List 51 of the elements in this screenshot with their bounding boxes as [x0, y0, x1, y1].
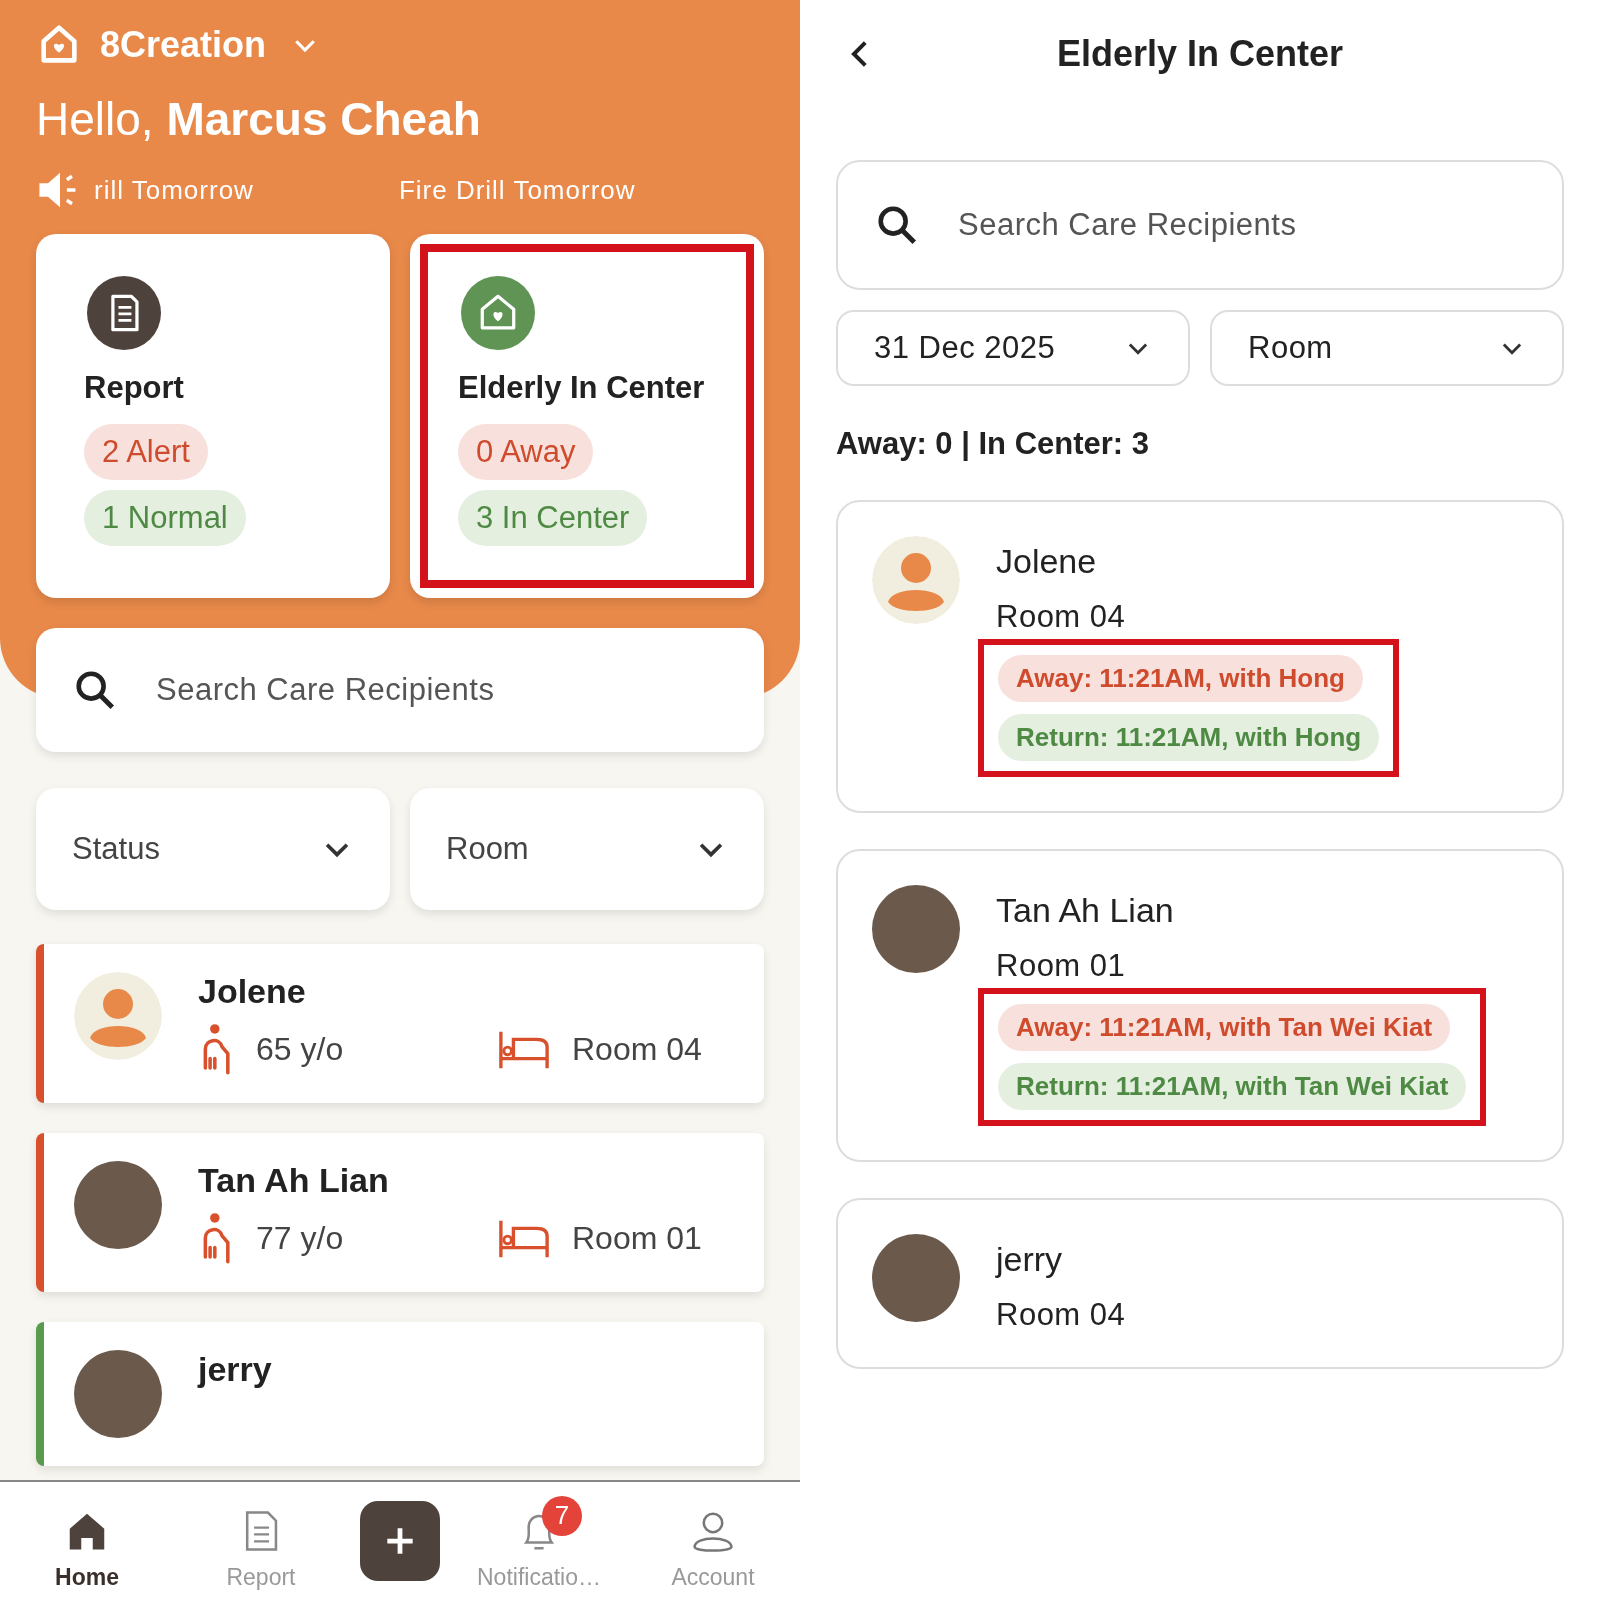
document-icon: [84, 276, 164, 350]
announcement-text: rill Tomorrow: [94, 174, 254, 206]
room-text: Room 04: [572, 1030, 702, 1068]
search-field[interactable]: Search Care Recipients: [36, 628, 764, 752]
age-text: 65 y/o: [256, 1030, 344, 1068]
event-pill: Return: 11:21AM, with Tan Wei Kiat: [998, 1063, 1467, 1110]
recipient-name: Jolene: [198, 972, 307, 1011]
event-pill: Away: 11:21AM, with Tan Wei Kiat: [998, 1004, 1451, 1051]
search-input[interactable]: Search Care Recipients: [154, 671, 728, 709]
status-pill: 0 Away: [458, 424, 594, 480]
recipient-name: Tan Ah Lian: [996, 891, 1174, 930]
recipient-card[interactable]: jerry Room 04: [836, 1198, 1564, 1369]
age-text: 77 y/o: [256, 1219, 344, 1257]
filter-dropdown[interactable]: Room: [410, 788, 764, 910]
summary-card[interactable]: Elderly In Center 0 Away 3 In Center: [410, 234, 764, 598]
recipient-card[interactable]: Tan Ah Lian Room 01 Away: 11:21AM, with Tan Wei Kiat Return: 11:21AM, with Tan Wei Kiat: [836, 849, 1564, 1162]
add-button[interactable]: [360, 1501, 440, 1581]
date-dropdown[interactable]: 31 Dec 2025: [836, 310, 1190, 386]
nav-tab[interactable]: Home: [12, 1491, 162, 1591]
avatar-icon: [872, 536, 960, 624]
room-text: Room 01: [572, 1219, 702, 1257]
summary-text: Away: 0 | In Center: 3: [836, 426, 1151, 462]
recipient-card[interactable]: Tan Ah Lian 77 y/o Room 01: [36, 1133, 764, 1292]
recipient-name: Jolene: [996, 542, 1097, 581]
nav-tab[interactable]: 7 Notificatio…: [464, 1491, 614, 1591]
card-title: Elderly In Center: [458, 370, 705, 406]
status-pill: 2 Alert: [84, 424, 208, 480]
announcement-text: Fire Drill Tomorrow: [398, 174, 636, 206]
avatar-icon: [74, 972, 162, 1060]
search-input[interactable]: Search Care Recipients: [956, 206, 1526, 244]
event-pill: Return: 11:21AM, with Hong: [998, 714, 1380, 761]
status-pill: 3 In Center: [458, 490, 648, 546]
search-field[interactable]: Search Care Recipients: [836, 160, 1564, 290]
status-pill: 1 Normal: [84, 490, 246, 546]
recipient-name: jerry: [198, 1350, 273, 1389]
room-text: Room 04: [996, 1297, 1126, 1333]
notification-badge: 7: [542, 1495, 582, 1536]
summary-card[interactable]: Report 2 Alert 1 Normal: [36, 234, 390, 598]
recipient-card[interactable]: jerry: [36, 1322, 764, 1466]
recipient-card[interactable]: Jolene Room 04 Away: 11:21AM, with Hong Return: 11:21AM, with Hong: [836, 500, 1564, 813]
recipient-name: jerry: [996, 1240, 1063, 1279]
page-title: Elderly In Center: [1055, 33, 1345, 75]
recipient-name: Tan Ah Lian: [198, 1161, 390, 1200]
room-text: Room 01: [996, 948, 1126, 984]
greeting-text: Hello, Marcus Cheah: [36, 92, 482, 146]
room-text: Room 04: [996, 599, 1126, 635]
filter-dropdown[interactable]: Status: [36, 788, 390, 910]
recipient-card[interactable]: Jolene 65 y/o Room 04: [36, 944, 764, 1103]
room-dropdown[interactable]: Room: [1210, 310, 1564, 386]
card-title: Report: [84, 370, 184, 406]
event-pill: Away: 11:21AM, with Hong: [998, 655, 1363, 702]
